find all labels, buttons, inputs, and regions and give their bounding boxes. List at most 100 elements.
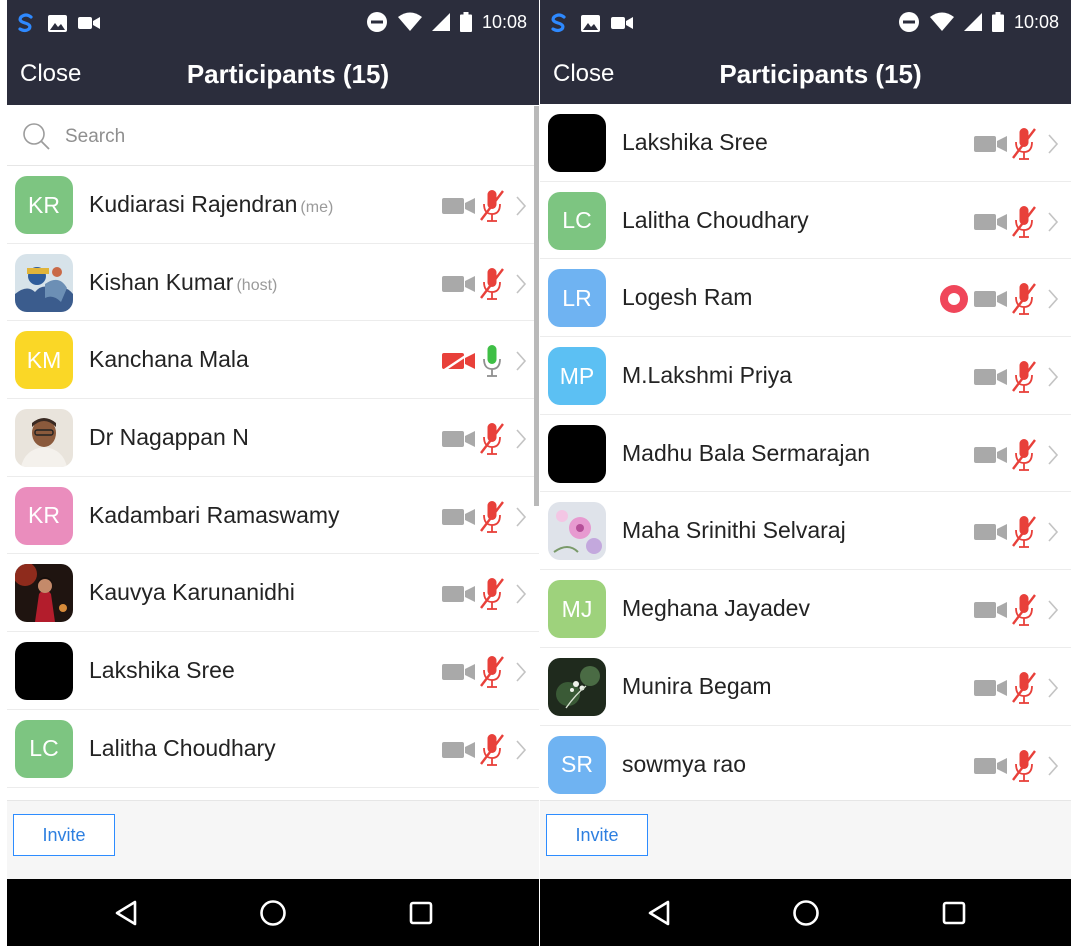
mic-muted-icon bbox=[1012, 438, 1036, 471]
search-icon bbox=[23, 123, 50, 150]
participant-name-text: Meghana Jayadev bbox=[622, 595, 810, 622]
participant-row[interactable]: LC Lalitha Choudhary bbox=[540, 182, 1071, 260]
participant-name: M.Lakshmi Priya bbox=[622, 362, 792, 389]
status-bar: 10:08 bbox=[540, 0, 1071, 46]
video-off-icon bbox=[974, 757, 1007, 774]
participant-row[interactable]: SR sowmya rao bbox=[540, 726, 1071, 799]
invite-button[interactable]: Invite bbox=[13, 814, 115, 856]
avatar bbox=[548, 502, 606, 561]
participant-name-text: Dr Nagappan N bbox=[89, 424, 249, 451]
participant-row[interactable]: KR Kudiarasi Rajendran (me) bbox=[7, 166, 539, 244]
avatar bbox=[548, 424, 606, 483]
mic-muted-icon bbox=[480, 423, 504, 455]
participant-row[interactable]: Munira Begam bbox=[540, 648, 1071, 726]
video-off-icon bbox=[442, 275, 475, 292]
gallery-icon bbox=[48, 14, 67, 32]
video-off-icon bbox=[974, 602, 1007, 619]
participant-name-text: Munira Begam bbox=[622, 672, 772, 699]
participant-row[interactable]: KM Kanchana Mala bbox=[7, 321, 539, 400]
participant-name-text: Lakshika Sree bbox=[622, 129, 768, 155]
video-off-icon bbox=[442, 431, 475, 448]
participant-row[interactable]: KR Kadambari Ramaswamy bbox=[7, 477, 539, 555]
avatar-initials: SR bbox=[561, 751, 593, 777]
participant-row[interactable]: Lakshika Sree bbox=[7, 632, 539, 710]
mic-muted-icon bbox=[480, 656, 504, 689]
android-nav-bar bbox=[7, 879, 539, 946]
participant-row[interactable]: Lakshika Sree bbox=[540, 104, 1071, 182]
app-s-icon bbox=[18, 13, 33, 33]
participant-name: Logesh Ram bbox=[622, 284, 752, 311]
participant-row[interactable]: MJ Meghana Jayadev bbox=[540, 570, 1071, 648]
invite-button[interactable]: Invite bbox=[546, 814, 648, 856]
avatar: MJ bbox=[548, 580, 606, 639]
chevron-right-icon bbox=[516, 662, 527, 682]
video-recorder-icon bbox=[78, 17, 100, 29]
avatar: SR bbox=[548, 735, 606, 794]
participant-name-text: Kauvya Karunanidhi bbox=[89, 579, 295, 606]
participant-name-text: Madhu Bala Sermarajan bbox=[622, 439, 871, 466]
participant-row[interactable]: LR Logesh Ram bbox=[540, 259, 1071, 338]
back-icon[interactable] bbox=[113, 899, 141, 927]
chevron-right-icon bbox=[1048, 289, 1059, 309]
scrollbar[interactable] bbox=[534, 106, 539, 506]
footer-bar: Invite bbox=[7, 800, 539, 879]
participant-row[interactable]: Kishan Kumar (host) bbox=[7, 244, 539, 322]
avatar-initials: MP bbox=[559, 362, 595, 389]
chevron-right-icon bbox=[1048, 755, 1059, 776]
video-off-icon bbox=[974, 679, 1007, 696]
mic-muted-icon bbox=[1012, 205, 1036, 238]
mic-muted-icon bbox=[1012, 361, 1036, 393]
video-recorder-icon bbox=[611, 17, 633, 29]
search-bar bbox=[7, 105, 539, 166]
participant-row[interactable]: LC Lalitha Choudhary bbox=[7, 710, 539, 788]
mic-muted-icon bbox=[1012, 671, 1036, 704]
avatar bbox=[548, 114, 606, 172]
participant-row[interactable]: MP M.Lakshmi Priya bbox=[540, 337, 1071, 415]
mic-muted-icon bbox=[480, 190, 504, 222]
participant-name-text: Lakshika Sree bbox=[89, 657, 235, 684]
participant-row[interactable]: Madhu Bala Sermarajan bbox=[540, 415, 1071, 493]
screenshot-stage: 10:08 Close Participants (15) KR Kudiaras… bbox=[0, 0, 1071, 946]
page-title: Participants (15) bbox=[719, 59, 922, 89]
search-input[interactable] bbox=[63, 123, 367, 151]
avatar-initials: LR bbox=[562, 284, 592, 311]
home-icon[interactable] bbox=[259, 899, 287, 927]
participant-name-text: Lalitha Choudhary bbox=[89, 734, 276, 761]
participant-row[interactable]: Maha Srinithi Selvaraj bbox=[540, 492, 1071, 571]
participant-name: Kishan Kumar (host) bbox=[89, 269, 277, 296]
avatar bbox=[15, 409, 73, 468]
home-icon[interactable] bbox=[792, 899, 820, 927]
mic-muted-icon bbox=[1012, 128, 1036, 160]
participant-name-text: Lalitha Choudhary bbox=[622, 206, 809, 233]
chevron-right-icon bbox=[1048, 134, 1059, 154]
avatar-photo bbox=[548, 502, 606, 561]
battery-icon bbox=[459, 12, 472, 32]
avatar: LR bbox=[548, 269, 606, 328]
participant-controls bbox=[441, 576, 527, 612]
recent-apps-icon[interactable] bbox=[407, 899, 435, 927]
back-icon[interactable] bbox=[646, 899, 674, 927]
avatar-initials: LC bbox=[29, 735, 59, 762]
mic-on-icon bbox=[483, 345, 501, 378]
participant-name-text: Kanchana Mala bbox=[89, 346, 249, 373]
avatar-initials: MJ bbox=[561, 595, 593, 622]
avatar: KR bbox=[15, 176, 73, 234]
participant-name-text: Kishan Kumar bbox=[89, 268, 234, 295]
avatar: LC bbox=[15, 719, 73, 778]
participant-controls bbox=[973, 514, 1059, 550]
wifi-icon bbox=[929, 12, 954, 31]
video-disabled-icon bbox=[442, 350, 475, 373]
participant-name: sowmya rao bbox=[622, 751, 746, 778]
participant-controls bbox=[441, 654, 527, 690]
mic-muted-icon bbox=[1012, 516, 1036, 549]
participant-name-text: Kudiarasi Rajendran bbox=[89, 191, 298, 217]
participant-name: Lalitha Choudhary bbox=[89, 735, 276, 762]
avatar bbox=[15, 253, 73, 312]
recording-icon bbox=[940, 285, 968, 314]
video-off-icon bbox=[974, 524, 1007, 541]
recent-apps-icon[interactable] bbox=[940, 899, 968, 927]
participant-row[interactable]: Dr Nagappan N bbox=[7, 399, 539, 477]
video-off-icon bbox=[442, 508, 475, 525]
avatar-initials: KM bbox=[26, 346, 62, 373]
participant-row[interactable]: Kauvya Karunanidhi bbox=[7, 554, 539, 633]
